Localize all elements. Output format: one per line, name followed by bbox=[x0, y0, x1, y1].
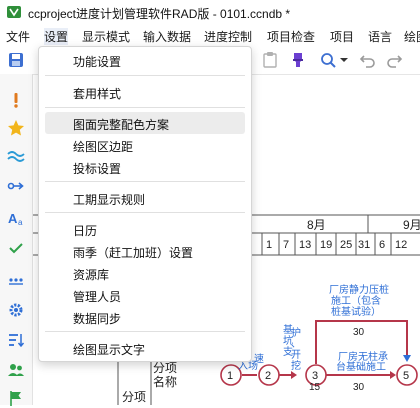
menu-project-check[interactable]: 项目检查 bbox=[267, 28, 315, 45]
settings-dropdown-menu: 功能设置 套用样式 图面完整配色方案 绘图区边距 投标设置 工期显示规则 日历 … bbox=[38, 46, 252, 362]
menu-separator bbox=[45, 107, 245, 108]
dots-icon[interactable] bbox=[6, 268, 26, 288]
menu-file[interactable]: 文件 bbox=[6, 28, 30, 45]
svg-text:3: 3 bbox=[312, 370, 318, 382]
activity-label-fragment: 速 bbox=[254, 353, 264, 365]
menu-item-drawing-text[interactable]: 绘图显示文字 bbox=[45, 337, 245, 359]
flag-icon[interactable] bbox=[6, 388, 26, 408]
sort-icon[interactable] bbox=[6, 330, 26, 350]
menu-item-rainy-season[interactable]: 雨季（赶工加班）设置 bbox=[45, 240, 245, 262]
menu-item-data-sync[interactable]: 数据同步 bbox=[45, 306, 245, 328]
menu-progress-control[interactable]: 进度控制 bbox=[204, 28, 252, 45]
menu-item-resource-library[interactable]: 资源库 bbox=[45, 262, 245, 284]
month-label-aug: 8月 bbox=[307, 218, 326, 232]
menu-project[interactable]: 项目 bbox=[330, 28, 354, 45]
svg-text:挖: 挖 bbox=[291, 359, 301, 372]
font-size-icon[interactable]: A a bbox=[6, 208, 26, 228]
table-header-name-1: 分项 bbox=[153, 361, 177, 375]
activity-label-foundation: 厂房无柱承 台基础施工 bbox=[336, 350, 388, 373]
day-label: 13 bbox=[299, 239, 311, 251]
svg-text:a: a bbox=[18, 218, 23, 227]
menu-input-data[interactable]: 输入数据 bbox=[143, 28, 191, 45]
left-tool-sidebar: A a bbox=[0, 74, 33, 408]
svg-text:、: 、 bbox=[291, 339, 301, 350]
menu-item-managers[interactable]: 管理人员 bbox=[45, 284, 245, 306]
gear-icon[interactable] bbox=[6, 300, 26, 320]
duration-label: 30 bbox=[353, 382, 365, 393]
people-icon[interactable] bbox=[6, 360, 26, 380]
check-icon[interactable] bbox=[6, 238, 26, 258]
highlighter-icon[interactable] bbox=[288, 50, 308, 70]
app-logo-icon bbox=[7, 6, 21, 18]
month-label-sep: 9月 bbox=[403, 218, 420, 232]
menu-language[interactable]: 语言 bbox=[368, 28, 392, 45]
search-icon[interactable] bbox=[318, 50, 338, 70]
undo-icon[interactable] bbox=[358, 50, 378, 70]
svg-text:施工（包含: 施工（包含 bbox=[331, 294, 381, 307]
network-node-5: 5 bbox=[396, 364, 418, 386]
redo-icon[interactable] bbox=[384, 50, 404, 70]
menu-item-apply-style[interactable]: 套用样式 bbox=[45, 81, 245, 103]
duration-label: 30 bbox=[353, 327, 365, 338]
svg-text:厂房静力压桩: 厂房静力压桩 bbox=[329, 283, 389, 296]
day-label: 19 bbox=[320, 239, 332, 251]
day-label: 12 bbox=[395, 239, 407, 251]
title-bar: ccproject进度计划管理软件RAD版 - 0101.ccndb * bbox=[0, 0, 420, 24]
day-label: 25 bbox=[340, 239, 352, 251]
menu-settings[interactable]: 设置 bbox=[44, 28, 69, 45]
star-icon[interactable] bbox=[6, 118, 26, 138]
activity-label-piling: 厂房静力压桩 施工（包含 桩基试验） bbox=[329, 283, 389, 318]
day-label: 31 bbox=[358, 239, 370, 251]
duration-label: 15 bbox=[309, 382, 321, 393]
wave-icon[interactable] bbox=[6, 146, 26, 166]
menu-item-color-scheme[interactable]: 图面完整配色方案 bbox=[45, 112, 245, 134]
day-ticks: 1 7 13 19 25 31 6 12 bbox=[261, 233, 407, 255]
table-header-name-2: 名称 bbox=[153, 374, 177, 389]
activity-label-excavation: 基坑支 护、开挖 bbox=[283, 323, 301, 372]
alert-icon[interactable] bbox=[6, 90, 26, 110]
svg-text:台基础施工: 台基础施工 bbox=[336, 360, 386, 373]
network-node-2: 2 bbox=[258, 364, 280, 386]
svg-text:5: 5 bbox=[403, 370, 409, 382]
svg-text:2: 2 bbox=[265, 370, 271, 382]
window-title: ccproject进度计划管理软件RAD版 - 0101.ccndb * bbox=[28, 7, 291, 21]
menu-separator bbox=[45, 212, 245, 213]
menu-display-mode[interactable]: 显示模式 bbox=[82, 28, 130, 45]
menu-item-duration-rules[interactable]: 工期显示规则 bbox=[45, 187, 245, 209]
menu-item-calendar[interactable]: 日历 bbox=[45, 218, 245, 240]
menu-separator bbox=[45, 331, 245, 332]
chevron-down-icon[interactable] bbox=[338, 50, 350, 70]
menu-separator bbox=[45, 75, 245, 76]
menu-separator bbox=[45, 181, 245, 182]
day-label: 7 bbox=[283, 239, 289, 251]
link-arrow-icon[interactable] bbox=[6, 176, 26, 196]
menu-item-bid-settings[interactable]: 投标设置 bbox=[45, 156, 245, 178]
svg-text:护: 护 bbox=[291, 326, 301, 339]
menu-item-function-settings[interactable]: 功能设置 bbox=[45, 49, 245, 71]
svg-text:1: 1 bbox=[227, 370, 233, 382]
day-label: 6 bbox=[379, 239, 385, 251]
svg-text:桩基试验）: 桩基试验） bbox=[331, 305, 381, 318]
save-icon[interactable] bbox=[6, 50, 26, 70]
svg-text:开: 开 bbox=[291, 350, 301, 361]
day-label: 1 bbox=[266, 239, 272, 251]
menu-item-drawing-margins[interactable]: 绘图区边距 bbox=[45, 134, 245, 156]
menu-bar: 文件 设置 显示模式 输入数据 进度控制 项目检查 项目 语言 绘图 bbox=[0, 24, 420, 46]
paste-icon[interactable] bbox=[260, 50, 280, 70]
menu-drawing[interactable]: 绘图 bbox=[404, 28, 420, 45]
table-header-cat: 分项 bbox=[122, 390, 146, 404]
svg-text:A: A bbox=[8, 211, 18, 226]
